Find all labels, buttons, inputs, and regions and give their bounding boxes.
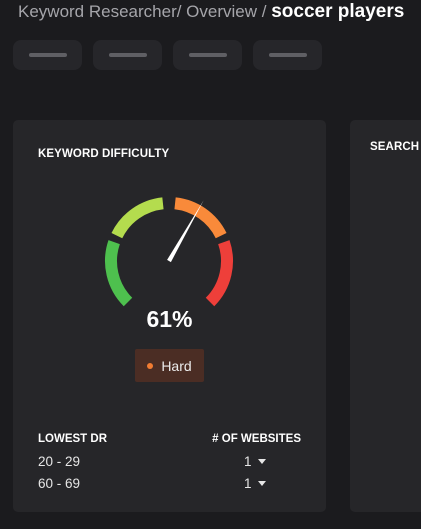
difficulty-level-label: Hard <box>161 357 192 374</box>
search-card: SEARCH <box>350 120 421 512</box>
tab-4[interactable] <box>253 40 322 70</box>
tab-2[interactable] <box>93 40 162 70</box>
websites-count-dropdown[interactable]: 1 <box>244 454 266 469</box>
websites-count: 1 <box>244 454 252 469</box>
tab-placeholder-bar <box>28 53 67 57</box>
keyword-difficulty-card: KEYWORD DIFFICULTY 61% Hard LOWEST DR # … <box>13 120 326 512</box>
page: Keyword Researcher/ Overview / soccer pl… <box>0 0 421 529</box>
lowest-dr-header: LOWEST DR <box>38 433 107 445</box>
tab-3[interactable] <box>173 40 242 70</box>
breadcrumb-current: soccer players <box>271 1 405 22</box>
websites-count: 1 <box>244 476 252 491</box>
difficulty-percent: 61% <box>146 306 193 332</box>
dr-range: 20 - 29 <box>38 454 81 469</box>
table-row: 20 - 29 1 <box>38 454 302 472</box>
level-dot-icon <box>147 362 154 369</box>
difficulty-level-badge: Hard <box>135 349 204 382</box>
tab-1[interactable] <box>13 40 82 70</box>
caret-down-icon <box>257 481 266 486</box>
gauge-segment <box>111 197 164 239</box>
gauge-segment <box>205 240 233 307</box>
tab-placeholder-bar <box>108 53 147 57</box>
card-title: SEARCH <box>370 141 420 153</box>
gauge-segment <box>174 197 227 239</box>
tab-placeholder-bar <box>188 53 227 57</box>
websites-count-dropdown[interactable]: 1 <box>244 476 266 491</box>
gauge-segment <box>105 240 133 307</box>
dr-range: 60 - 69 <box>38 476 81 491</box>
caret-down-icon <box>257 459 266 464</box>
breadcrumb-path[interactable]: Keyword Researcher/ Overview / <box>18 2 271 21</box>
websites-count-header: # OF WEBSITES <box>212 433 301 445</box>
tab-placeholder-bar <box>268 53 307 57</box>
table-row: 60 - 69 1 <box>38 476 302 494</box>
breadcrumb: Keyword Researcher/ Overview / soccer pl… <box>18 1 404 23</box>
tab-bar <box>13 40 322 70</box>
